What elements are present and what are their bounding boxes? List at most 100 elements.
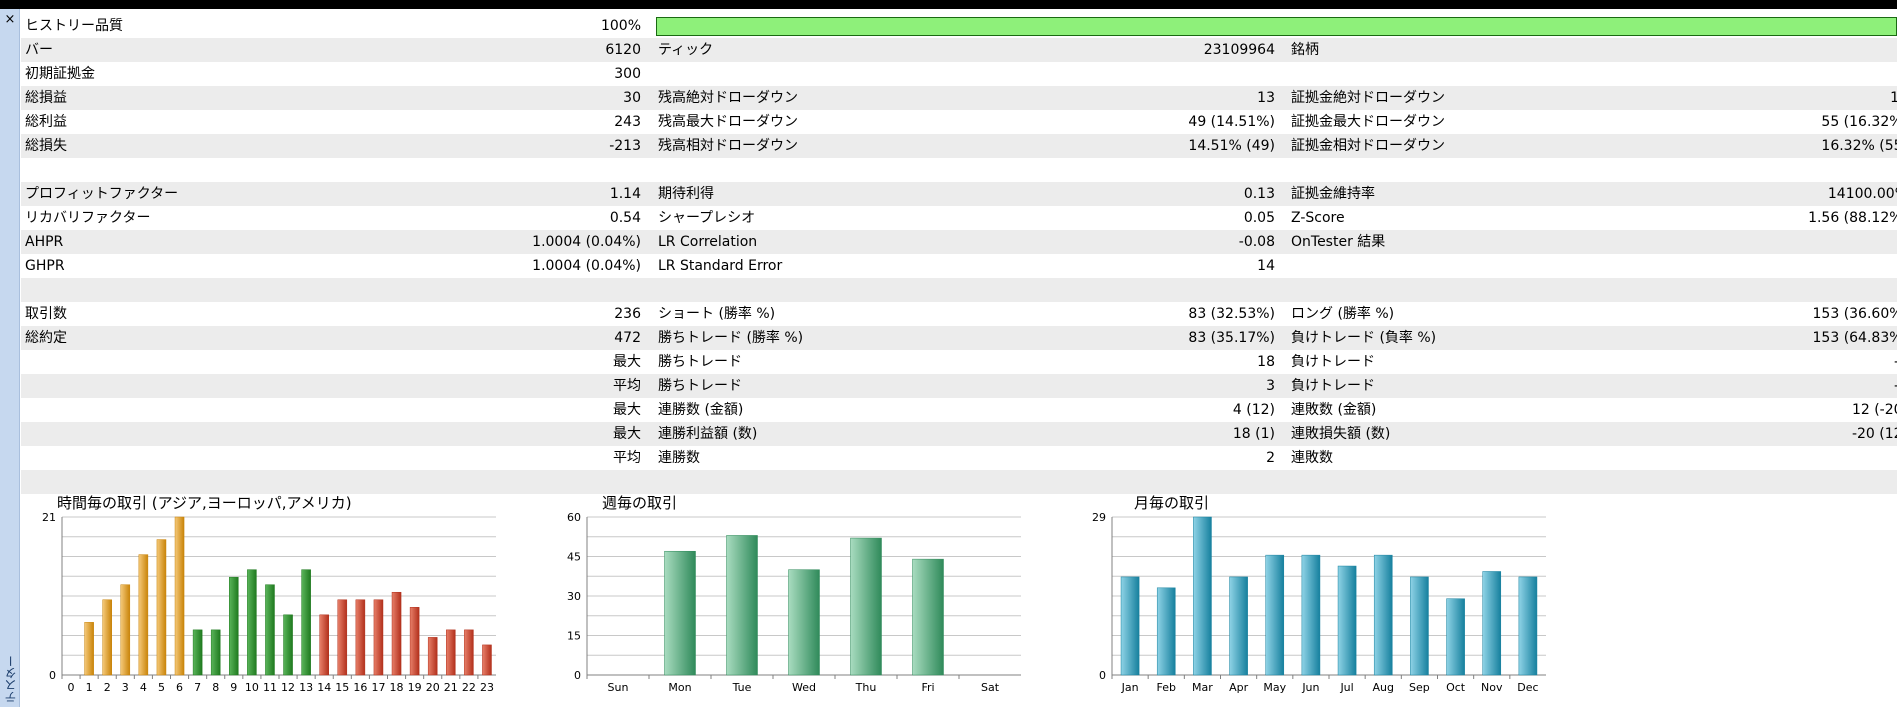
x-tick-label: 3 bbox=[122, 681, 129, 694]
metric-value bbox=[1591, 278, 1897, 302]
metric-label: 連敗数 (金額) bbox=[1291, 402, 1377, 418]
metric-value: 18 bbox=[1257, 354, 1275, 370]
bar-22 bbox=[464, 629, 474, 676]
x-tick-label: 11 bbox=[263, 681, 277, 694]
bar-Aug bbox=[1373, 554, 1393, 676]
metric-label: 総利益 bbox=[25, 114, 67, 130]
metric-value: 4 (12) bbox=[1232, 402, 1275, 418]
metric-label bbox=[25, 374, 255, 398]
metric-label: AHPR bbox=[25, 234, 64, 250]
metric-value: 1.56 (88.12%) bbox=[1808, 210, 1897, 226]
metric-value: 1.0004 (0.04%) bbox=[532, 234, 641, 250]
metric-label: Z-Score bbox=[1291, 210, 1345, 226]
metric-value: -0.08 bbox=[1238, 234, 1275, 250]
metric-label bbox=[25, 446, 255, 470]
metric-label: 勝ちトレード bbox=[658, 378, 742, 394]
hourly-trades-chart: 0210 1 2 3 4 5 6 7 8 9 10 11 12 13 14 15 16 17 18 19 20 21 22 2… bbox=[42, 511, 496, 694]
metric-label: LR Standard Error bbox=[658, 258, 783, 274]
bar-Wed bbox=[788, 569, 820, 676]
metric-value bbox=[1591, 62, 1897, 86]
x-tick-label: 6 bbox=[176, 681, 183, 694]
metric-value: 472 bbox=[614, 330, 641, 346]
metric-label: 証拠金絶対ドローダウン bbox=[1291, 90, 1445, 106]
metric-value: 243 bbox=[614, 114, 641, 130]
metric-value: 6120 bbox=[605, 42, 641, 58]
x-tick-label: 10 bbox=[245, 681, 259, 694]
metric-value: 300 bbox=[614, 66, 641, 82]
metric-value: 最大 bbox=[613, 354, 641, 370]
metric-label bbox=[1291, 470, 1591, 494]
x-tick-label: 20 bbox=[426, 681, 440, 694]
x-tick-label: Apr bbox=[1229, 681, 1249, 694]
y-tick-label: 21 bbox=[42, 511, 56, 524]
bar-Jan bbox=[1120, 576, 1140, 676]
x-tick-label: Wed bbox=[792, 681, 816, 694]
metric-value: -213 bbox=[609, 138, 641, 154]
metric-label: 残高相対ドローダウン bbox=[658, 138, 798, 154]
metric-value: 14 bbox=[1257, 258, 1275, 274]
bar-Nov bbox=[1482, 571, 1502, 676]
metric-label: ロング (勝率 %) bbox=[1291, 306, 1395, 322]
metric-value: 30 bbox=[623, 90, 641, 106]
metric-label: ヒストリー品質 bbox=[25, 18, 123, 34]
metric-label: 負けトレード bbox=[1291, 378, 1375, 394]
metric-label: OnTester 結果 bbox=[1291, 234, 1386, 250]
metric-value: 153 (64.83%) bbox=[1812, 330, 1897, 346]
metric-value: 1 bbox=[1591, 38, 1897, 62]
weekly-trades-chart: 0 15 30 45 60 Sun Mon Tue Wed Thu Fri Sat bbox=[567, 511, 1021, 694]
metric-label: リカバリファクター bbox=[25, 210, 151, 226]
metric-value: 3 bbox=[1591, 446, 1897, 470]
metric-label bbox=[1291, 158, 1591, 182]
metric-label: 総損益 bbox=[25, 90, 67, 106]
metric-value bbox=[958, 470, 1275, 494]
bar-12 bbox=[283, 614, 293, 676]
close-icon[interactable]: × bbox=[3, 13, 17, 27]
metric-label: 証拠金維持率 bbox=[1291, 186, 1375, 202]
metric-label: 連勝数 bbox=[658, 450, 700, 466]
metric-value: 14100.00% bbox=[1827, 186, 1897, 202]
x-tick-label: May bbox=[1263, 681, 1286, 694]
tester-panel-label[interactable]: テスター bbox=[2, 655, 19, 703]
metric-value: 236 bbox=[614, 306, 641, 322]
y-tick-label: 45 bbox=[567, 551, 581, 564]
metric-value bbox=[1591, 470, 1897, 494]
bar-Fri bbox=[912, 558, 944, 676]
bar-23 bbox=[482, 644, 492, 676]
x-tick-label: Mar bbox=[1192, 681, 1213, 694]
metric-value: 1.0004 (0.04%) bbox=[532, 258, 641, 274]
x-tick-label: 2 bbox=[104, 681, 111, 694]
bar-21 bbox=[446, 629, 456, 676]
metric-value: 49 (14.51%) bbox=[1188, 114, 1275, 130]
x-tick-label: 23 bbox=[480, 681, 494, 694]
x-tick-label: 22 bbox=[462, 681, 476, 694]
metric-value: 153 (36.60%) bbox=[1812, 306, 1897, 322]
bar-Mar bbox=[1193, 516, 1212, 676]
metric-value bbox=[958, 278, 1275, 302]
metric-value bbox=[958, 62, 1275, 86]
metric-value: 平均 bbox=[613, 450, 641, 466]
metric-value: 0.05 bbox=[1243, 210, 1275, 226]
x-tick-label: Sun bbox=[608, 681, 629, 694]
bar-14 bbox=[319, 614, 329, 676]
x-tick-label: Nov bbox=[1481, 681, 1503, 694]
report-row: 総約定 472 勝ちトレード (勝率 %) 83 (35.17%) 負けトレード (負率… bbox=[21, 326, 1897, 350]
x-tick-label: Oct bbox=[1446, 681, 1466, 694]
metric-value bbox=[1591, 254, 1897, 278]
y-tick-label: 0 bbox=[49, 669, 56, 682]
x-tick-label: 9 bbox=[230, 681, 237, 694]
report-row: GHPR 1.0004 (0.04%) LR Standard Error 14 bbox=[21, 254, 1897, 278]
metric-label: 連勝数 (金額) bbox=[658, 402, 744, 418]
metric-value: 0 bbox=[1591, 230, 1897, 254]
metric-label bbox=[658, 158, 958, 182]
metric-value: 最大 bbox=[613, 426, 641, 442]
x-tick-label: 18 bbox=[390, 681, 404, 694]
metric-value: 0.13 bbox=[1243, 186, 1275, 202]
metric-label bbox=[1291, 254, 1591, 278]
metric-value: 18 (1) bbox=[1232, 426, 1275, 442]
metric-label bbox=[1291, 278, 1591, 302]
metric-label: ティック bbox=[658, 42, 714, 58]
y-tick-label: 29 bbox=[1092, 511, 1106, 524]
report-row: 平均 連勝数 2 連敗数 3 bbox=[21, 446, 1897, 470]
bar-13 bbox=[301, 569, 311, 676]
metric-label: バー bbox=[25, 42, 53, 58]
